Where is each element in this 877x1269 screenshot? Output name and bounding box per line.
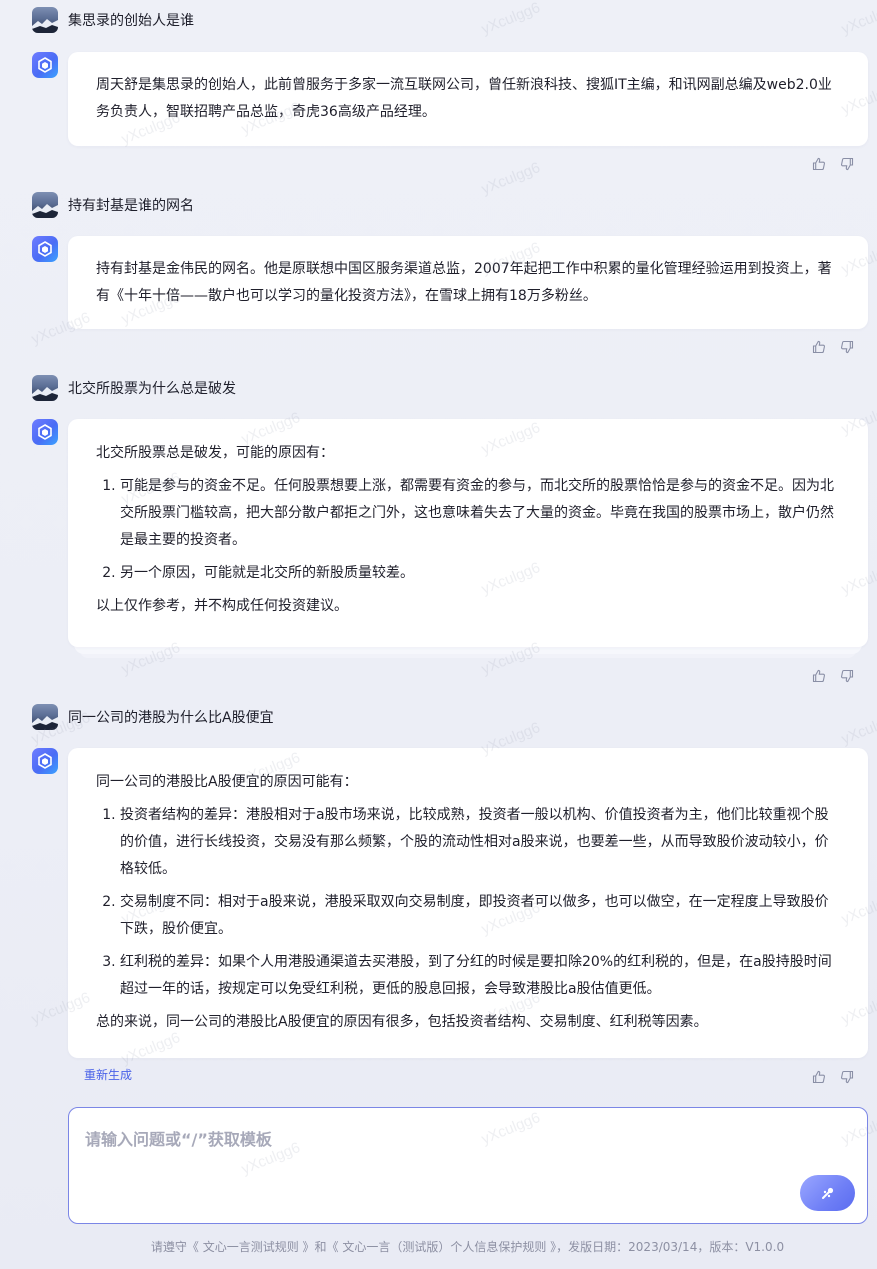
mountain-avatar-icon [32, 7, 58, 33]
mountain-avatar-icon [32, 375, 58, 401]
ernie-bot-logo-icon [32, 748, 58, 774]
thumbs-down-icon[interactable] [838, 1068, 856, 1086]
thumbs-up-icon[interactable] [810, 667, 828, 685]
feedback-actions-2 [810, 338, 856, 356]
watermark-text: yXculgg6 [479, 159, 543, 198]
thumbs-up-icon[interactable] [810, 338, 828, 356]
watermark-text: yXculgg6 [479, 0, 543, 38]
mountain-avatar-icon [32, 704, 58, 730]
answer-intro: 同一公司的港股比A股便宜的原因可能有： [96, 774, 358, 790]
list-item: 投资者结构的差异：港股相对于a股市场来说，比较成熟，投资者一般以机构、价值投资者… [120, 802, 840, 883]
watermark-text: yXculgg6 [839, 0, 877, 38]
send-icon [821, 1187, 833, 1199]
answer-intro: 北交所股票总是破发，可能的原因有： [96, 445, 334, 461]
answer-card-3: 北交所股票总是破发，可能的原因有： 可能是参与的资金不足。任何股票想要上涨，都需… [68, 419, 868, 647]
mountain-avatar-icon [32, 192, 58, 218]
answer-card-1: 周天舒是集思录的创始人，此前曾服务于多家一流互联网公司，曾任新浪科技、搜狐IT主… [68, 52, 868, 146]
regenerate-button[interactable]: 重新生成 [84, 1066, 132, 1083]
list-item: 交易制度不同：相对于a股来说，港股采取双向交易制度，即投资者可以做多，也可以做空… [120, 889, 840, 943]
thumbs-down-icon[interactable] [838, 667, 856, 685]
ernie-bot-logo-icon [32, 52, 58, 78]
answer-card-4: 同一公司的港股比A股便宜的原因可能有： 投资者结构的差异：港股相对于a股市场来说… [68, 748, 868, 1058]
user-question-4: 同一公司的港股为什么比A股便宜 [32, 703, 274, 731]
user-question-3: 北交所股票为什么总是破发 [32, 374, 236, 402]
thumbs-up-icon[interactable] [810, 155, 828, 173]
thumbs-down-icon[interactable] [838, 338, 856, 356]
chat-input-box[interactable]: 请输入问题或“/”获取模板 [68, 1107, 868, 1224]
ernie-bot-logo-icon [32, 236, 58, 262]
user-question-1: 集思录的创始人是谁 [32, 6, 194, 34]
answer-text: 持有封基是金伟民的网名。他是原联想中国区服务渠道总监，2007年起把工作中积累的… [96, 261, 832, 304]
feedback-actions-4 [810, 1068, 856, 1086]
thumbs-down-icon[interactable] [838, 155, 856, 173]
answer-text: 周天舒是集思录的创始人，此前曾服务于多家一流互联网公司，曾任新浪科技、搜狐IT主… [96, 77, 832, 120]
input-placeholder: 请输入问题或“/”获取模板 [85, 1130, 272, 1149]
ernie-bot-logo-icon [32, 419, 58, 445]
question-text: 持有封基是谁的网名 [68, 198, 194, 214]
user-question-2: 持有封基是谁的网名 [32, 191, 194, 219]
answer-conclusion: 总的来说，同一公司的港股比A股便宜的原因有很多，包括投资者结构、交易制度、红利税… [96, 1014, 708, 1030]
answer-card-2: 持有封基是金伟民的网名。他是原联想中国区服务渠道总监，2007年起把工作中积累的… [68, 236, 868, 329]
watermark-text: yXculgg6 [839, 709, 877, 748]
question-text: 北交所股票为什么总是破发 [68, 381, 236, 397]
list-item: 红利税的差异：如果个人用港股通渠道去买港股，到了分红的时候是要扣除20%的红利税… [120, 949, 840, 1003]
thumbs-up-icon[interactable] [810, 1068, 828, 1086]
list-item: 可能是参与的资金不足。任何股票想要上涨，都需要有资金的参与，而北交所的股票恰恰是… [120, 473, 840, 554]
send-button[interactable] [800, 1175, 855, 1211]
answer-list: 投资者结构的差异：港股相对于a股市场来说，比较成熟，投资者一般以机构、价值投资者… [96, 802, 840, 1003]
answer-conclusion: 以上仅作参考，并不构成任何投资建议。 [96, 598, 348, 614]
feedback-actions-3 [810, 667, 856, 685]
question-text: 同一公司的港股为什么比A股便宜 [68, 710, 274, 726]
feedback-actions-1 [810, 155, 856, 173]
question-text: 集思录的创始人是谁 [68, 13, 194, 29]
footer-disclaimer: 请遵守《 文心一言测试规则 》和《 文心一言（测试版）个人信息保护规则 》，发版… [150, 1240, 785, 1254]
answer-list: 可能是参与的资金不足。任何股票想要上涨，都需要有资金的参与，而北交所的股票恰恰是… [96, 473, 840, 587]
list-item: 另一个原因，可能就是北交所的新股质量较差。 [120, 560, 840, 587]
